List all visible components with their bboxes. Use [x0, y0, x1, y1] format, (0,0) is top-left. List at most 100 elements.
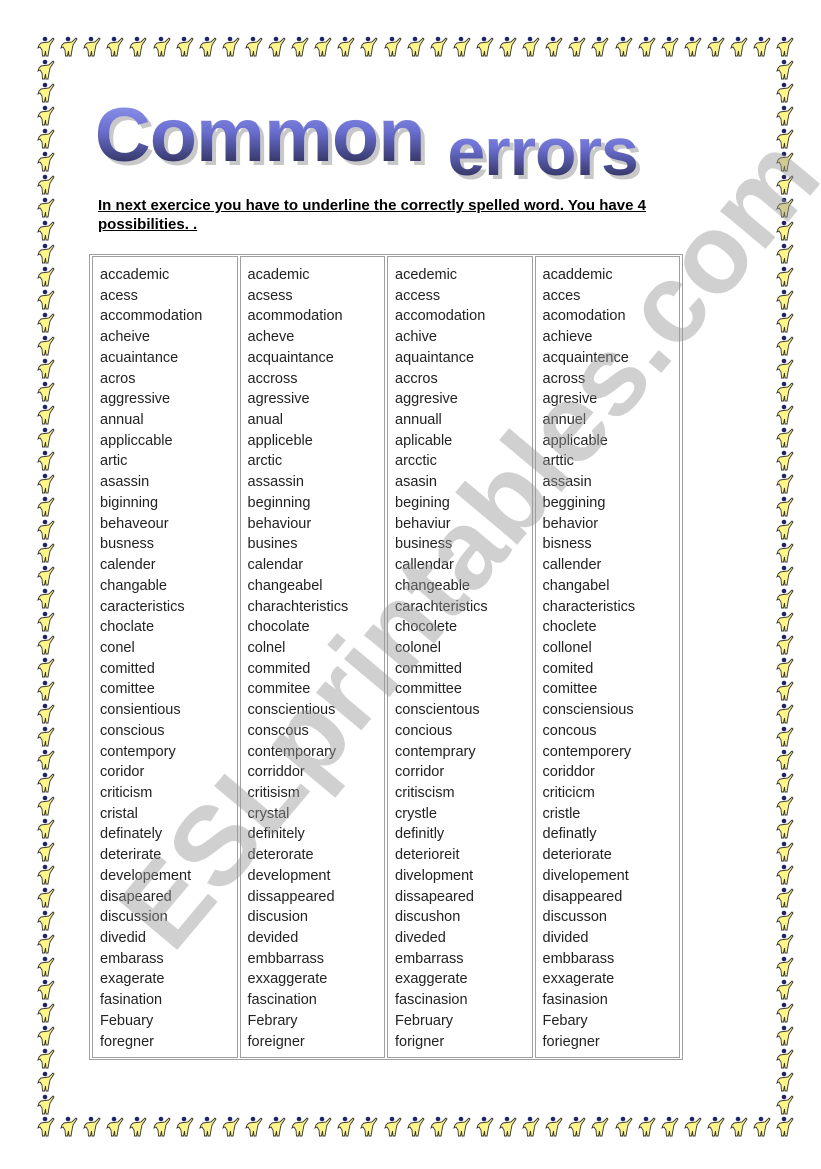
word-option[interactable]: conscous	[241, 721, 385, 742]
word-option[interactable]: coriddor	[536, 762, 680, 783]
word-option[interactable]: accommodation	[93, 306, 237, 327]
word-option[interactable]: calendar	[241, 555, 385, 576]
word-option[interactable]: across	[536, 369, 680, 390]
word-option[interactable]: exagerate	[93, 969, 237, 990]
word-option[interactable]: crystal	[241, 804, 385, 825]
word-option[interactable]: Febuary	[93, 1011, 237, 1032]
word-option[interactable]: asasin	[388, 472, 532, 493]
word-option[interactable]: acces	[536, 286, 680, 307]
word-option[interactable]: fasinasion	[536, 990, 680, 1011]
word-option[interactable]: dissappeared	[241, 887, 385, 908]
word-option[interactable]: busness	[93, 534, 237, 555]
word-option[interactable]: annual	[93, 410, 237, 431]
word-option[interactable]: exaggerate	[388, 969, 532, 990]
word-option[interactable]: artic	[93, 451, 237, 472]
word-option[interactable]: appliccable	[93, 431, 237, 452]
word-option[interactable]: collonel	[536, 638, 680, 659]
word-option[interactable]: changeabel	[241, 576, 385, 597]
word-option[interactable]: appliceble	[241, 431, 385, 452]
word-option[interactable]: arttic	[536, 451, 680, 472]
word-option[interactable]: foriegner	[536, 1032, 680, 1053]
word-option[interactable]: begining	[388, 493, 532, 514]
word-option[interactable]: developement	[93, 866, 237, 887]
word-option[interactable]: embbarrass	[241, 949, 385, 970]
word-option[interactable]: annuel	[536, 410, 680, 431]
word-option[interactable]: access	[388, 286, 532, 307]
word-option[interactable]: criticism	[93, 783, 237, 804]
word-option[interactable]: academic	[241, 265, 385, 286]
word-option[interactable]: foreigner	[241, 1032, 385, 1053]
word-option[interactable]: devided	[241, 928, 385, 949]
word-option[interactable]: corridor	[388, 762, 532, 783]
word-option[interactable]: accros	[388, 369, 532, 390]
word-option[interactable]: deterioreit	[388, 845, 532, 866]
word-option[interactable]: changable	[93, 576, 237, 597]
word-option[interactable]: acomodation	[536, 306, 680, 327]
word-option[interactable]: characteristics	[536, 597, 680, 618]
word-option[interactable]: comittee	[536, 679, 680, 700]
word-option[interactable]: Febrary	[241, 1011, 385, 1032]
word-option[interactable]: changeable	[388, 576, 532, 597]
word-option[interactable]: dissapeared	[388, 887, 532, 908]
word-option[interactable]: anual	[241, 410, 385, 431]
word-option[interactable]: accomodation	[388, 306, 532, 327]
word-option[interactable]: Febary	[536, 1011, 680, 1032]
word-option[interactable]: embarass	[93, 949, 237, 970]
word-option[interactable]: changabel	[536, 576, 680, 597]
word-option[interactable]: disappeared	[536, 887, 680, 908]
word-option[interactable]: consientious	[93, 700, 237, 721]
word-option[interactable]: choclate	[93, 617, 237, 638]
word-option[interactable]: business	[388, 534, 532, 555]
word-option[interactable]: commited	[241, 659, 385, 680]
word-option[interactable]: critiscism	[388, 783, 532, 804]
word-option[interactable]: applicable	[536, 431, 680, 452]
word-option[interactable]: biginning	[93, 493, 237, 514]
word-option[interactable]: critisism	[241, 783, 385, 804]
word-option[interactable]: conscious	[93, 721, 237, 742]
word-option[interactable]: contemprary	[388, 742, 532, 763]
word-option[interactable]: achieve	[536, 327, 680, 348]
word-option[interactable]: choclete	[536, 617, 680, 638]
word-option[interactable]: asassin	[93, 472, 237, 493]
word-option[interactable]: crystle	[388, 804, 532, 825]
word-option[interactable]: fascinasion	[388, 990, 532, 1011]
word-option[interactable]: assassin	[241, 472, 385, 493]
word-option[interactable]: aggressive	[93, 389, 237, 410]
word-option[interactable]: diveded	[388, 928, 532, 949]
word-option[interactable]: acess	[93, 286, 237, 307]
word-option[interactable]: definatly	[536, 824, 680, 845]
word-option[interactable]: callendar	[388, 555, 532, 576]
word-option[interactable]: embarrass	[388, 949, 532, 970]
word-option[interactable]: achive	[388, 327, 532, 348]
word-option[interactable]: conscientous	[388, 700, 532, 721]
word-option[interactable]: acquaintance	[241, 348, 385, 369]
word-option[interactable]: accademic	[93, 265, 237, 286]
word-option[interactable]: concous	[536, 721, 680, 742]
word-option[interactable]: arcctic	[388, 451, 532, 472]
word-option[interactable]: deterorate	[241, 845, 385, 866]
word-option[interactable]: acaddemic	[536, 265, 680, 286]
word-option[interactable]: exxagerate	[536, 969, 680, 990]
word-option[interactable]: behaviur	[388, 514, 532, 535]
word-option[interactable]: definitly	[388, 824, 532, 845]
word-option[interactable]: divedid	[93, 928, 237, 949]
word-option[interactable]: February	[388, 1011, 532, 1032]
word-option[interactable]: committee	[388, 679, 532, 700]
word-option[interactable]: aplicable	[388, 431, 532, 452]
word-option[interactable]: accross	[241, 369, 385, 390]
word-option[interactable]: commitee	[241, 679, 385, 700]
word-option[interactable]: comitted	[93, 659, 237, 680]
word-option[interactable]: charachteristics	[241, 597, 385, 618]
word-option[interactable]: comittee	[93, 679, 237, 700]
word-option[interactable]: acuaintance	[93, 348, 237, 369]
word-option[interactable]: discushon	[388, 907, 532, 928]
word-option[interactable]: divided	[536, 928, 680, 949]
word-option[interactable]: embbarass	[536, 949, 680, 970]
word-option[interactable]: committed	[388, 659, 532, 680]
word-option[interactable]: agressive	[241, 389, 385, 410]
word-option[interactable]: exxaggerate	[241, 969, 385, 990]
word-option[interactable]: criticicm	[536, 783, 680, 804]
word-option[interactable]: deterirate	[93, 845, 237, 866]
word-option[interactable]: acommodation	[241, 306, 385, 327]
word-option[interactable]: agresive	[536, 389, 680, 410]
